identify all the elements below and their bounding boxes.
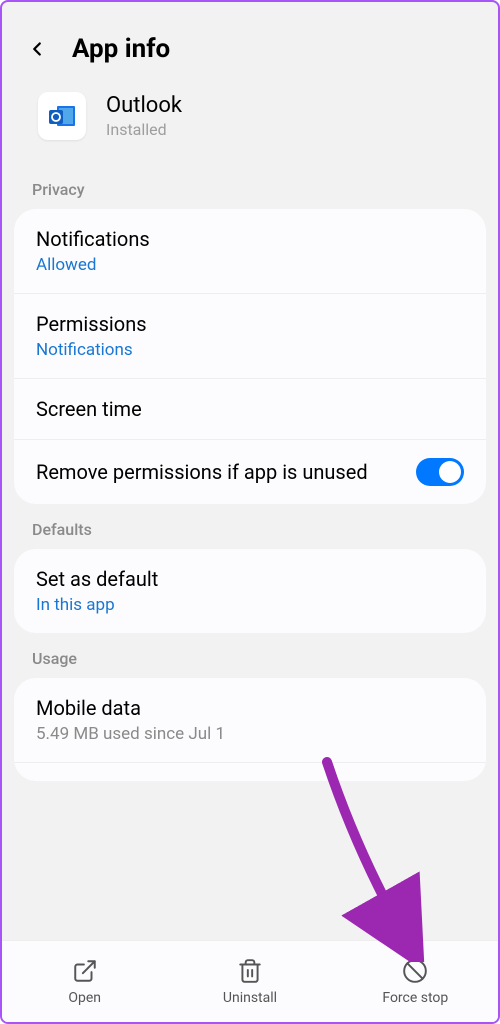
set-default-item[interactable]: Set as default In this app: [14, 549, 486, 633]
outlook-app-icon: [38, 92, 86, 140]
remove-permissions-toggle[interactable]: [416, 458, 464, 486]
stop-icon: [402, 958, 428, 984]
uninstall-button[interactable]: Uninstall: [167, 958, 332, 1006]
open-button[interactable]: Open: [2, 958, 167, 1006]
permissions-item[interactable]: Permissions Notifications: [14, 294, 486, 379]
set-default-subtitle: In this app: [36, 595, 464, 615]
open-icon: [72, 958, 98, 984]
app-header: Outlook Installed: [2, 84, 498, 164]
defaults-card: Set as default In this app: [14, 549, 486, 633]
section-privacy-label: Privacy: [2, 164, 498, 209]
permissions-title: Permissions: [36, 312, 464, 336]
set-default-title: Set as default: [36, 567, 464, 591]
header: App info: [2, 2, 498, 84]
cutoff-item: [14, 763, 486, 781]
permissions-subtitle: Notifications: [36, 340, 464, 360]
privacy-card: Notifications Allowed Permissions Notifi…: [14, 209, 486, 504]
notifications-title: Notifications: [36, 227, 464, 251]
section-usage-label: Usage: [2, 633, 498, 678]
page-title: App info: [72, 34, 170, 64]
mobile-data-item[interactable]: Mobile data 5.49 MB used since Jul 1: [14, 678, 486, 763]
screentime-title: Screen time: [36, 397, 464, 421]
app-name: Outlook: [106, 93, 182, 118]
open-label: Open: [68, 990, 101, 1006]
notifications-subtitle: Allowed: [36, 255, 464, 275]
trash-icon: [237, 958, 263, 984]
notifications-item[interactable]: Notifications Allowed: [14, 209, 486, 294]
force-stop-label: Force stop: [382, 990, 448, 1006]
back-icon[interactable]: [26, 38, 48, 60]
section-defaults-label: Defaults: [2, 504, 498, 549]
remove-permissions-title: Remove permissions if app is unused: [36, 459, 416, 486]
force-stop-button[interactable]: Force stop: [333, 958, 498, 1006]
mobile-data-title: Mobile data: [36, 696, 464, 720]
app-status: Installed: [106, 120, 182, 139]
mobile-data-subtitle: 5.49 MB used since Jul 1: [36, 724, 464, 744]
bottom-bar: Open Uninstall Force stop: [2, 940, 498, 1022]
remove-permissions-item[interactable]: Remove permissions if app is unused: [14, 440, 486, 504]
screentime-item[interactable]: Screen time: [14, 379, 486, 440]
uninstall-label: Uninstall: [223, 990, 277, 1006]
usage-card: Mobile data 5.49 MB used since Jul 1: [14, 678, 486, 781]
